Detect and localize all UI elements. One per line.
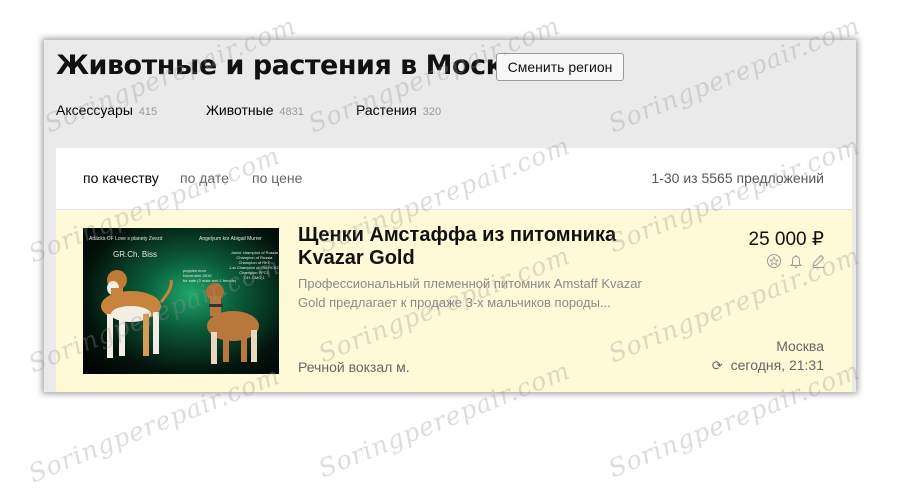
bell-icon[interactable] xyxy=(788,253,804,269)
category-animals-link[interactable]: Животные 4831 xyxy=(206,102,304,118)
listing-photo[interactable]: Attacks OF Love s planety Zvezd Angelyum… xyxy=(83,228,279,374)
pencil-icon[interactable] xyxy=(810,253,826,269)
page-title: Животные и растения в Москве xyxy=(56,50,538,81)
sort-bar: по качеству по дате по цене 1-30 из 5565… xyxy=(56,148,852,210)
category-label: Животные xyxy=(206,102,274,118)
listing-actions xyxy=(766,253,826,269)
listing-city: Москва xyxy=(776,338,824,354)
results-count: 1-30 из 5565 предложений xyxy=(651,170,824,186)
listing-description: Профессиональный племенной питомник Amst… xyxy=(298,276,642,310)
listing-date-text: сегодня, 21:31 xyxy=(730,357,824,373)
change-region-button[interactable]: Сменить регион xyxy=(496,53,624,81)
category-count: 320 xyxy=(422,106,442,118)
category-accessories-link[interactable]: Аксессуары 415 xyxy=(56,102,157,118)
listing-title[interactable]: Щенки Амстаффа из питомника Kvazar Gold xyxy=(298,224,648,270)
category-label: Аксессуары xyxy=(56,102,133,118)
listing-price: 25 000 ₽ xyxy=(748,229,824,250)
dogs-illustration xyxy=(101,270,259,364)
sort-by-date[interactable]: по дате xyxy=(180,170,229,186)
category-label: Растения xyxy=(356,102,417,118)
listing-date: ⟳ сегодня, 21:31 xyxy=(712,357,824,374)
refresh-icon: ⟳ xyxy=(711,358,723,373)
category-count: 4831 xyxy=(279,106,304,118)
page-frame: Животные и растения в Москве Сменить рег… xyxy=(44,40,856,392)
sort-by-quality[interactable]: по качеству xyxy=(83,170,159,186)
star-icon[interactable] xyxy=(766,253,782,269)
listing-metro: Речной вокзал м. xyxy=(298,359,410,375)
listing-card[interactable]: Attacks OF Love s planety Zvezd Angelyum… xyxy=(56,210,852,392)
category-plants-link[interactable]: Растения 320 xyxy=(356,102,441,118)
category-count: 415 xyxy=(138,106,158,118)
sort-by-price[interactable]: по цене xyxy=(252,170,302,186)
